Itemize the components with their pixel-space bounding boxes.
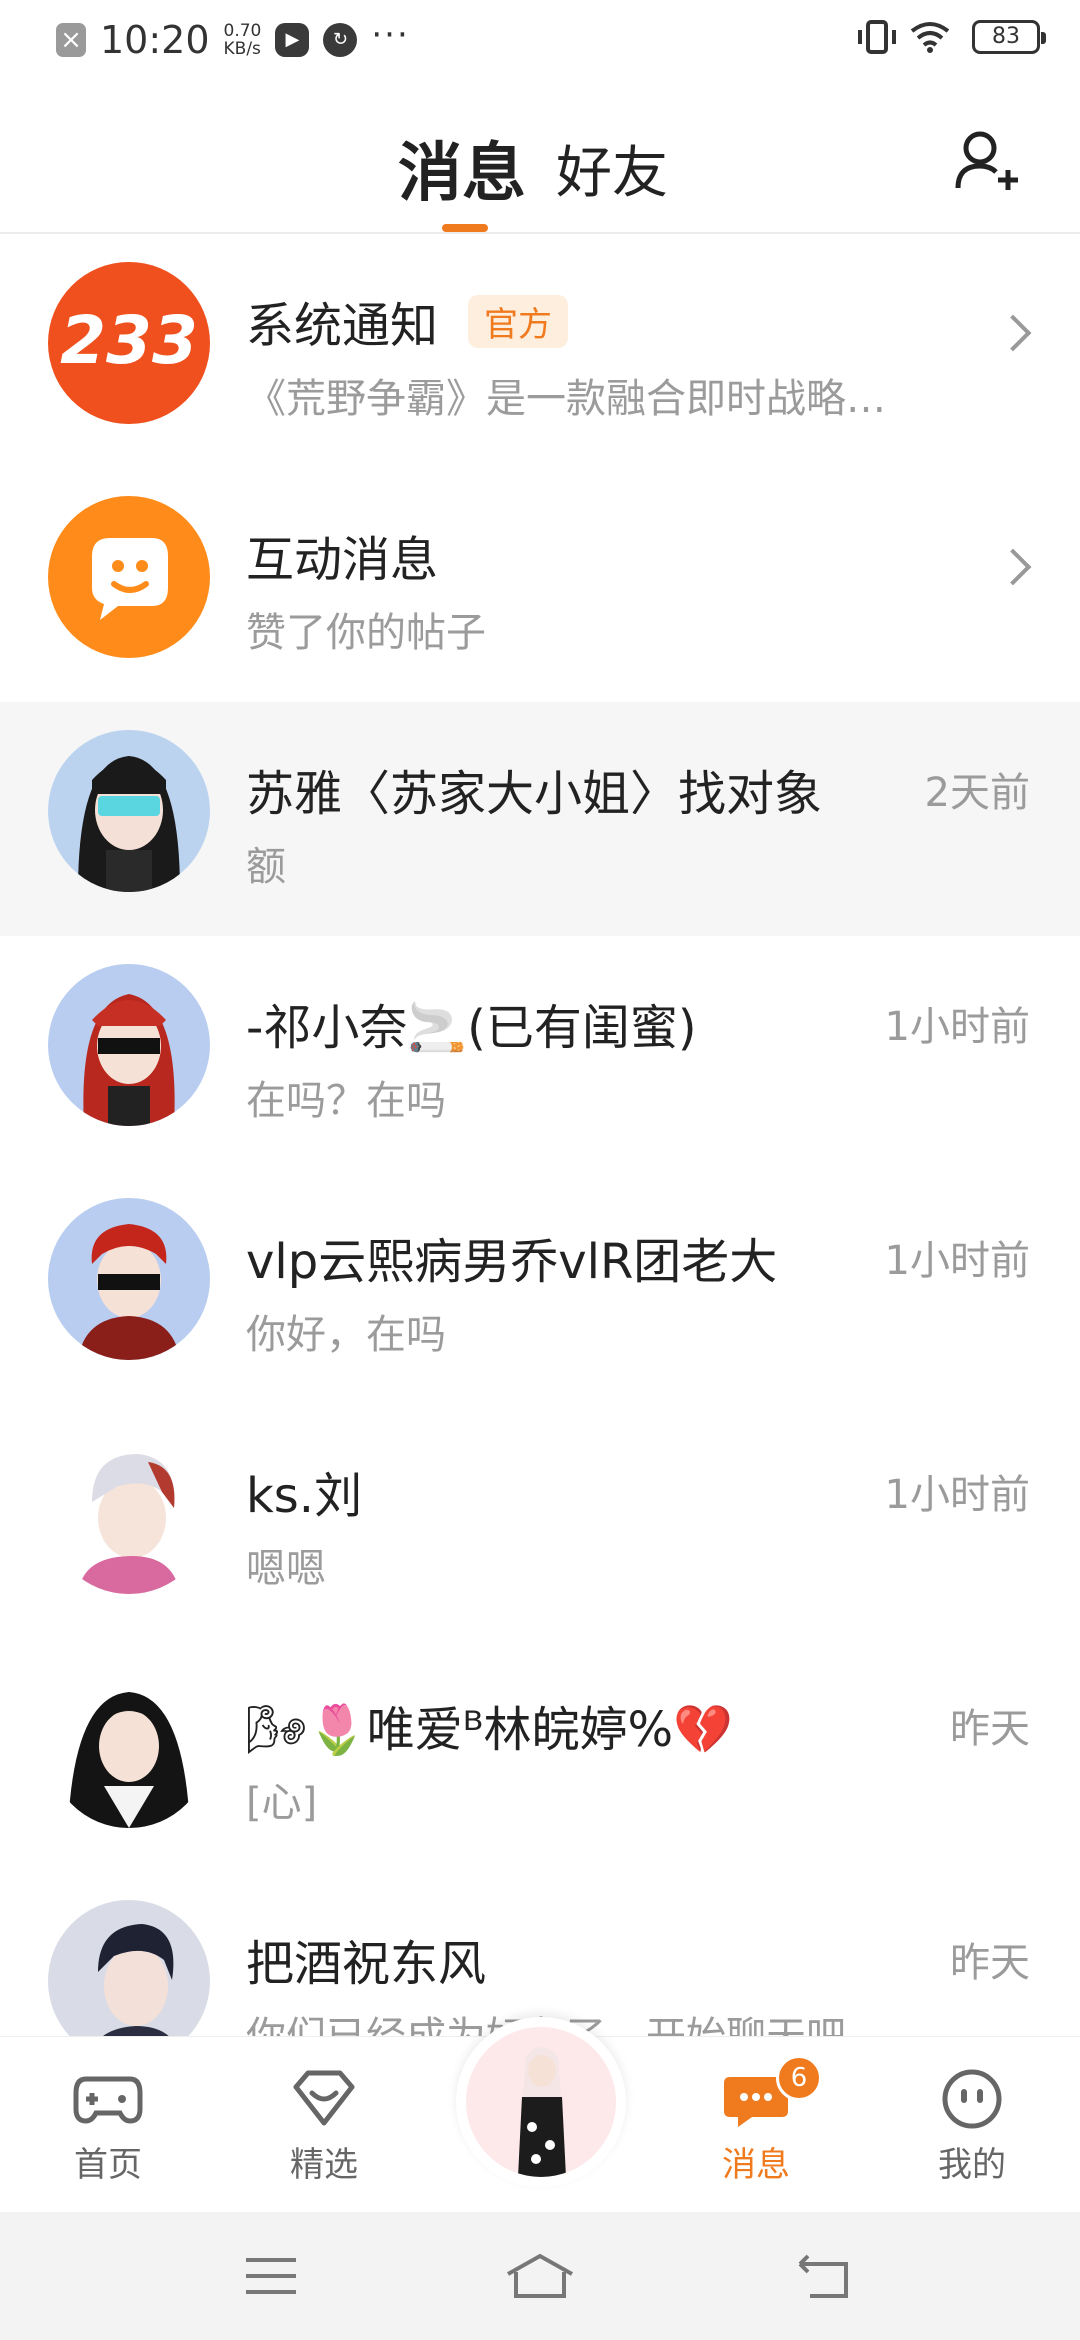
chevron-right-icon <box>994 548 1032 586</box>
avatar <box>466 2027 616 2177</box>
interaction-avatar <box>48 496 210 658</box>
video-app-icon: ▶ <box>275 23 310 57</box>
system-notice-avatar: 233 <box>48 262 210 424</box>
anime-avatar-image <box>68 1692 190 1828</box>
nav-featured[interactable]: 精选 <box>264 2067 384 2186</box>
tab-friends[interactable]: 好友 <box>556 128 668 209</box>
more-notifications-icon: ··· <box>371 15 410 55</box>
user-avatar <box>48 1432 210 1594</box>
message-time: 1小时前 <box>884 1238 1030 1284</box>
message-preview: 在吗？在吗 <box>246 1078 446 1124</box>
chevron-right-icon <box>994 314 1032 352</box>
tab-messages[interactable]: 消息 <box>398 122 526 214</box>
vibrate-icon <box>858 20 896 54</box>
status-time: 10:20 <box>100 18 210 62</box>
unread-count-badge: 6 <box>776 2055 822 2101</box>
message-time: 1小时前 <box>884 1472 1030 1518</box>
message-list: 233 系统通知官方 《荒野争霸》是一款融合即时战略… 互动消息 赞了你的帖子 <box>0 234 1080 2106</box>
message-time: 昨天 <box>950 1706 1030 1752</box>
user-avatar <box>48 1666 210 1828</box>
smiley-face-icon <box>942 2069 1002 2129</box>
battery-indicator: 83 <box>972 20 1046 54</box>
wifi-icon <box>910 22 950 53</box>
message-preview: 赞了你的帖子 <box>246 610 486 656</box>
anime-avatar-image <box>78 756 180 892</box>
list-item[interactable]: vlp云熙病男乔vlR团老大 1小时前 你好，在吗 <box>0 1170 1080 1404</box>
status-bar: × 10:20 0.70 KB/s ▶ ↻ ··· 83 <box>0 0 1080 86</box>
message-time: 1小时前 <box>884 1004 1030 1050</box>
user-avatar <box>48 1198 210 1360</box>
anime-avatar-image <box>78 1224 180 1360</box>
message-sender: 把酒祝东风 <box>246 1936 487 1992</box>
message-preview: 嗯嗯 <box>246 1546 326 1592</box>
anime-character-image <box>518 2047 566 2177</box>
system-navigation-bar <box>0 2212 1080 2340</box>
menu-icon[interactable] <box>244 2256 298 2296</box>
message-preview: 《荒野争霸》是一款融合即时战略… <box>246 376 886 422</box>
message-preview: 额 <box>246 844 286 890</box>
user-avatar <box>48 964 210 1126</box>
add-friend-icon[interactable] <box>952 126 1020 194</box>
gamepad-icon <box>73 2076 143 2124</box>
home-icon[interactable] <box>504 2252 576 2300</box>
active-tab-indicator <box>442 224 488 232</box>
center-profile-avatar[interactable] <box>456 2017 626 2187</box>
message-sender: ks.刘 <box>246 1468 363 1524</box>
list-item[interactable]: 苏雅〈苏家大小姐〉找对象 2天前 额 <box>0 702 1080 936</box>
user-avatar <box>48 730 210 892</box>
list-item[interactable]: -祁小奈🚬(已有闺蜜) 1小时前 在吗？在吗 <box>0 936 1080 1170</box>
message-time: 2天前 <box>924 770 1030 816</box>
list-item[interactable]: 互动消息 赞了你的帖子 <box>0 468 1080 702</box>
network-speed: 0.70 KB/s <box>223 21 262 59</box>
sync-icon: ↻ <box>323 23 358 57</box>
message-sender: -祁小奈🚬(已有闺蜜) <box>246 1000 697 1056</box>
back-icon[interactable] <box>796 2252 852 2300</box>
list-item[interactable]: 233 系统通知 官方 《荒野争霸》是一款融合即时战略… <box>0 234 1080 468</box>
message-sender: 互动消息 <box>246 532 439 588</box>
list-item[interactable]: ks.刘 1小时前 嗯嗯 <box>0 1404 1080 1638</box>
anime-avatar-image <box>83 994 175 1126</box>
nav-mine[interactable]: 我的 <box>912 2067 1032 2186</box>
message-sender: 苏雅〈苏家大小姐〉找对象 <box>246 766 823 822</box>
message-sender: vlp云熙病男乔vlR团老大 <box>246 1234 778 1290</box>
bottom-navigation: 首页 精选 6 消息 我的 <box>0 2017 1080 2213</box>
message-preview: [心] <box>246 1780 318 1826</box>
nav-home[interactable]: 首页 <box>48 2067 168 2186</box>
message-time: 昨天 <box>950 1940 1030 1986</box>
anime-avatar-image <box>78 1454 180 1594</box>
list-item[interactable]: 🌬🌷唯爱ᴮ林皖婷%💔 昨天 [心] <box>0 1638 1080 1872</box>
official-badge: 官方 <box>468 295 569 348</box>
diamond-heart-icon <box>293 2070 355 2126</box>
message-sender: 系统通知 官方 <box>246 286 569 356</box>
message-preview: 你好，在吗 <box>246 1312 446 1358</box>
nav-messages[interactable]: 6 消息 <box>696 2055 822 2186</box>
chat-bubble-icon <box>92 538 168 620</box>
message-sender: 🌬🌷唯爱ᴮ林皖婷%💔 <box>246 1702 733 1758</box>
notification-close-icon: × <box>56 23 86 57</box>
top-tab-bar: 消息 好友 <box>0 86 1080 234</box>
